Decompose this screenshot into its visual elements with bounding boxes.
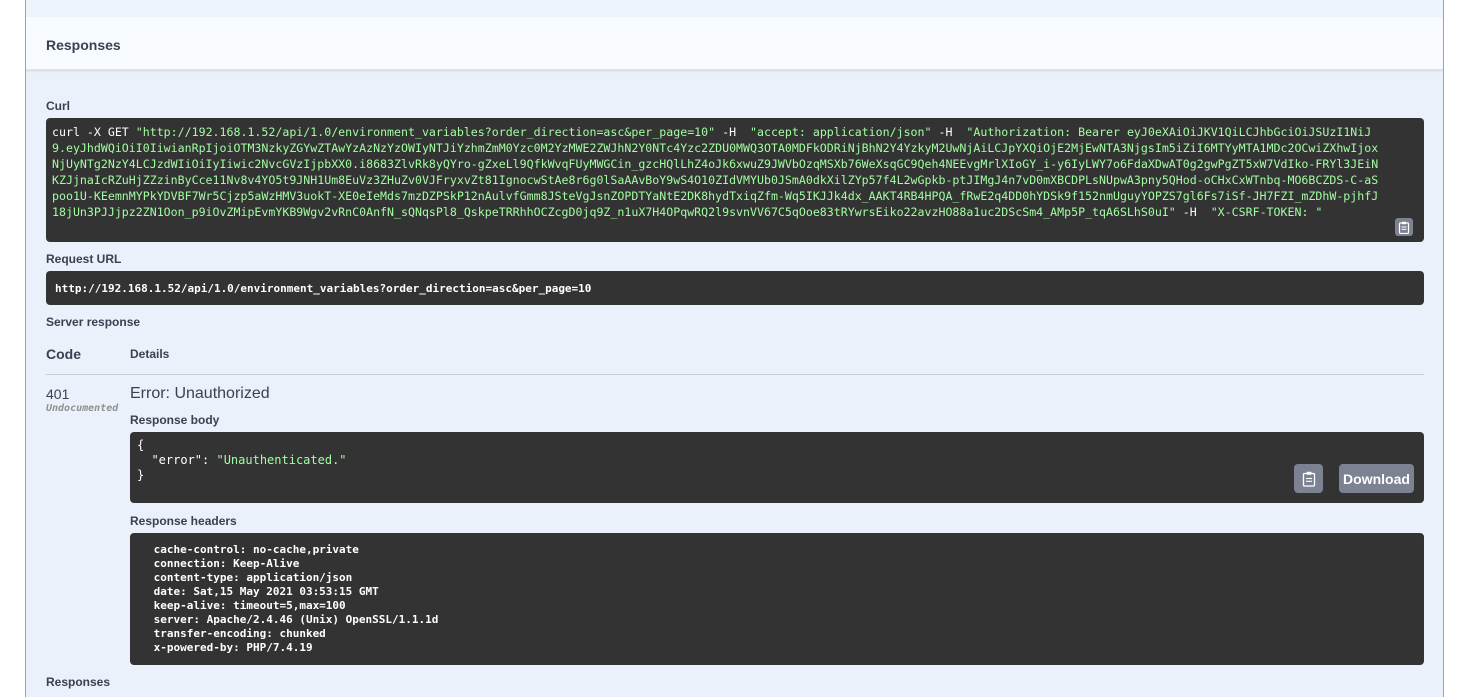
response-header-line: x-powered-by: PHP/7.4.19 <box>147 641 320 654</box>
response-header-line: date: Sat,15 May 2021 03:53:15 GMT <box>147 585 386 598</box>
response-body-line: { <box>137 438 1417 453</box>
response-header-line: server: Apache/2.4.46 (Unix) OpenSSL/1.1… <box>147 613 446 626</box>
responses-footer-label: Responses <box>46 675 111 689</box>
curl-command-segment: -H <box>1175 205 1211 219</box>
curl-string-segment: "http://192.168.1.52/api/1.0/environment… <box>135 125 716 139</box>
clipboard-copy-icon <box>1302 471 1315 487</box>
response-body-line: "error": "Unauthenticated." <box>137 453 1417 468</box>
response-header-line: transfer-encoding: chunked <box>147 627 333 640</box>
response-header-line: cache-control: no-cache,private <box>147 543 366 556</box>
section-title: Responses <box>46 37 121 53</box>
copy-response-button[interactable] <box>1294 464 1323 493</box>
json-punctuation <box>137 453 151 467</box>
json-key: "error" <box>151 453 203 467</box>
curl-command: curl -X GET "http://192.168.1.52/api/1.0… <box>46 118 1424 242</box>
download-button[interactable]: Download <box>1339 464 1414 493</box>
details-column-header: Details <box>130 347 170 361</box>
undocumented-label: Undocumented <box>46 403 119 414</box>
clipboard-copy-icon <box>1398 221 1410 234</box>
error-title: Error: Unauthorized <box>130 385 270 402</box>
curl-command-segment: -H <box>931 125 967 139</box>
json-value: "Unauthenticated." <box>216 453 347 467</box>
responses-section-header: Responses <box>26 17 1443 70</box>
json-punctuation: { <box>137 438 145 452</box>
response-table-header: Code Details <box>46 346 1424 375</box>
server-response-label: Server response <box>46 315 141 329</box>
copy-curl-button[interactable] <box>1395 218 1413 236</box>
response-body: { "error": "Unauthenticated."} <box>130 432 1424 503</box>
top-strip <box>26 0 1443 17</box>
operation-block: Responses Curl curl -X GET "http://192.1… <box>25 0 1444 697</box>
response-headers-label: Response headers <box>130 514 237 528</box>
curl-command-segment: curl -X GET <box>52 125 136 139</box>
response-header-line: connection: Keep-Alive <box>147 557 306 570</box>
curl-command-segment: -H <box>715 125 751 139</box>
curl-string-segment: "accept: application/json" <box>750 125 932 139</box>
request-url-value: http://192.168.1.52/api/1.0/environment_… <box>55 281 592 295</box>
response-header-line: content-type: application/json <box>147 571 359 584</box>
response-body-label: Response body <box>130 413 220 427</box>
code-column-header: Code <box>46 346 81 362</box>
response-headers: cache-control: no-cache,private connecti… <box>130 533 1424 665</box>
response-code: 401 <box>46 386 70 402</box>
request-url-label: Request URL <box>46 252 122 266</box>
request-url-box: http://192.168.1.52/api/1.0/environment_… <box>46 271 1424 305</box>
response-body-line: } <box>137 468 1417 483</box>
curl-label: Curl <box>46 99 70 113</box>
json-punctuation: } <box>137 468 145 482</box>
response-header-line: keep-alive: timeout=5,max=100 <box>147 599 353 612</box>
curl-string-segment: "X-CSRF-TOKEN: " <box>1210 205 1323 219</box>
